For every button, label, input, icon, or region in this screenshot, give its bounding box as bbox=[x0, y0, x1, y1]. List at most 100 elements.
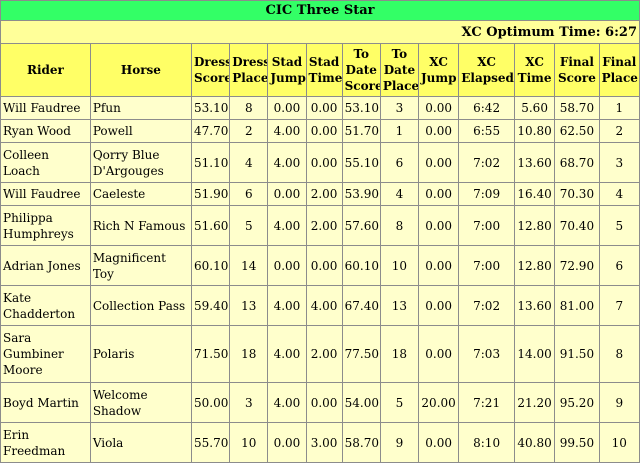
score-cell: 0.00 bbox=[418, 286, 459, 325]
score-cell: 0.00 bbox=[418, 326, 459, 382]
score-cell: 50.00 bbox=[192, 383, 230, 422]
column-header-line: Score bbox=[557, 71, 596, 85]
score-cell: 57.60 bbox=[342, 206, 380, 245]
score-cell: 2.00 bbox=[306, 326, 342, 382]
column-header: Horse bbox=[90, 44, 192, 96]
column-header-line: Time bbox=[517, 71, 552, 85]
column-header: XC Time bbox=[514, 44, 555, 96]
score-cell: 95.20 bbox=[555, 383, 599, 422]
column-header-line: Final bbox=[559, 55, 594, 69]
column-header-line: Stad bbox=[308, 55, 340, 69]
rider-cell: Boyd Martin bbox=[1, 383, 90, 422]
score-cell: 6 bbox=[230, 183, 268, 205]
column-header-line: Dress bbox=[194, 55, 230, 69]
column-header: Final Place bbox=[599, 44, 639, 96]
table-row: Will Faudree Pfun 53.10 8 0.00 0.00 53.10 3 0.00… bbox=[1, 97, 639, 119]
column-header-line: Place bbox=[601, 71, 638, 85]
rider-cell: Adrian Jones bbox=[1, 246, 90, 285]
score-cell: 10.80 bbox=[514, 120, 555, 142]
score-cell: 81.00 bbox=[555, 286, 599, 325]
column-header: Dress Score bbox=[192, 44, 230, 96]
column-header-line: Horse bbox=[120, 63, 161, 77]
horse-cell: Viola bbox=[90, 423, 192, 462]
horse-cell: Magnificent Toy bbox=[90, 246, 192, 285]
table-row: Philippa Humphreys Rich N Famous 51.60 5 4.0… bbox=[1, 206, 639, 245]
score-cell: 55.10 bbox=[342, 143, 380, 182]
score-cell: 0.00 bbox=[418, 246, 459, 285]
score-cell: 0.00 bbox=[268, 97, 306, 119]
header-row: Rider Horse Dress Score Dress Place Stad Jump St… bbox=[1, 44, 639, 96]
score-cell: 10 bbox=[230, 423, 268, 462]
column-header-line: XC bbox=[429, 55, 448, 69]
score-cell: 0.00 bbox=[418, 97, 459, 119]
column-header-line: To bbox=[353, 47, 369, 61]
score-cell: 60.10 bbox=[192, 246, 230, 285]
score-cell: 3 bbox=[380, 97, 418, 119]
score-cell: 21.20 bbox=[514, 383, 555, 422]
score-cell: 10 bbox=[380, 246, 418, 285]
horse-cell: Caeleste bbox=[90, 183, 192, 205]
rider-cell: Will Faudree bbox=[1, 97, 90, 119]
score-cell: 53.90 bbox=[342, 183, 380, 205]
score-cell: 59.40 bbox=[192, 286, 230, 325]
table-row: Sara Gumbiner Moore Polaris 71.50 18 4.00 2.0… bbox=[1, 326, 639, 382]
score-cell: 13.60 bbox=[514, 143, 555, 182]
score-cell: 4.00 bbox=[268, 143, 306, 182]
score-cell: 55.70 bbox=[192, 423, 230, 462]
table-title: CIC Three Star bbox=[1, 1, 639, 20]
score-cell: 4 bbox=[230, 143, 268, 182]
column-header-line: Place bbox=[382, 79, 418, 93]
score-cell: 4.00 bbox=[268, 120, 306, 142]
results-table: CIC Three Star XC Optimum Time: 6:27 Rid… bbox=[0, 0, 640, 463]
table-body: Will Faudree Pfun 53.10 8 0.00 0.00 53.10 3 0.00… bbox=[1, 97, 639, 462]
column-header-line: Rider bbox=[26, 63, 64, 77]
score-cell: 16.40 bbox=[514, 183, 555, 205]
score-cell: 47.70 bbox=[192, 120, 230, 142]
xc-optimum-time: XC Optimum Time: 6:27 bbox=[1, 21, 639, 43]
column-header: XC Elapsed bbox=[459, 44, 514, 96]
table-row: Ryan Wood Powell 47.70 2 4.00 0.00 51.70 1 0.00 6… bbox=[1, 120, 639, 142]
score-cell: 8 bbox=[599, 326, 639, 382]
score-cell: 0.00 bbox=[306, 246, 342, 285]
score-cell: 58.70 bbox=[555, 97, 599, 119]
score-cell: 7:00 bbox=[459, 206, 514, 245]
table-row: Kate Chadderton Collection Pass 59.40 13 4.0… bbox=[1, 286, 639, 325]
score-cell: 13 bbox=[380, 286, 418, 325]
score-cell: 1 bbox=[599, 97, 639, 119]
column-header-line: Dress bbox=[232, 55, 268, 69]
score-cell: 0.00 bbox=[418, 423, 459, 462]
score-cell: 4.00 bbox=[306, 286, 342, 325]
score-cell: 4.00 bbox=[268, 286, 306, 325]
column-header: XC Jump bbox=[418, 44, 459, 96]
column-header: Dress Place bbox=[230, 44, 268, 96]
column-header: To Date Place bbox=[380, 44, 418, 96]
table-row: Erin Freedman Viola 55.70 10 0.00 3.00 58.70 9 0… bbox=[1, 423, 639, 462]
column-header: Final Score bbox=[555, 44, 599, 96]
score-cell: 70.40 bbox=[555, 206, 599, 245]
score-cell: 67.40 bbox=[342, 286, 380, 325]
column-header-line: Elapsed bbox=[461, 71, 514, 85]
horse-cell: Qorry Blue D'Argouges bbox=[90, 143, 192, 182]
column-header: Rider bbox=[1, 44, 90, 96]
score-cell: 9 bbox=[599, 383, 639, 422]
score-cell: 3.00 bbox=[306, 423, 342, 462]
score-cell: 14.00 bbox=[514, 326, 555, 382]
score-cell: 6 bbox=[599, 246, 639, 285]
score-cell: 0.00 bbox=[268, 423, 306, 462]
score-cell: 0.00 bbox=[418, 206, 459, 245]
table-row: Will Faudree Caeleste 51.90 6 0.00 2.00 53.90 4… bbox=[1, 183, 639, 205]
table-row: Boyd Martin Welcome Shadow 50.00 3 4.00 0.00 5… bbox=[1, 383, 639, 422]
score-cell: 40.80 bbox=[514, 423, 555, 462]
horse-cell: Collection Pass bbox=[90, 286, 192, 325]
score-cell: 51.90 bbox=[192, 183, 230, 205]
score-cell: 20.00 bbox=[418, 383, 459, 422]
score-cell: 18 bbox=[230, 326, 268, 382]
score-cell: 5 bbox=[599, 206, 639, 245]
score-cell: 68.70 bbox=[555, 143, 599, 182]
score-cell: 3 bbox=[599, 143, 639, 182]
score-cell: 12.80 bbox=[514, 246, 555, 285]
score-cell: 13 bbox=[230, 286, 268, 325]
rider-cell: Kate Chadderton bbox=[1, 286, 90, 325]
score-cell: 2.00 bbox=[306, 183, 342, 205]
score-cell: 2.00 bbox=[306, 206, 342, 245]
